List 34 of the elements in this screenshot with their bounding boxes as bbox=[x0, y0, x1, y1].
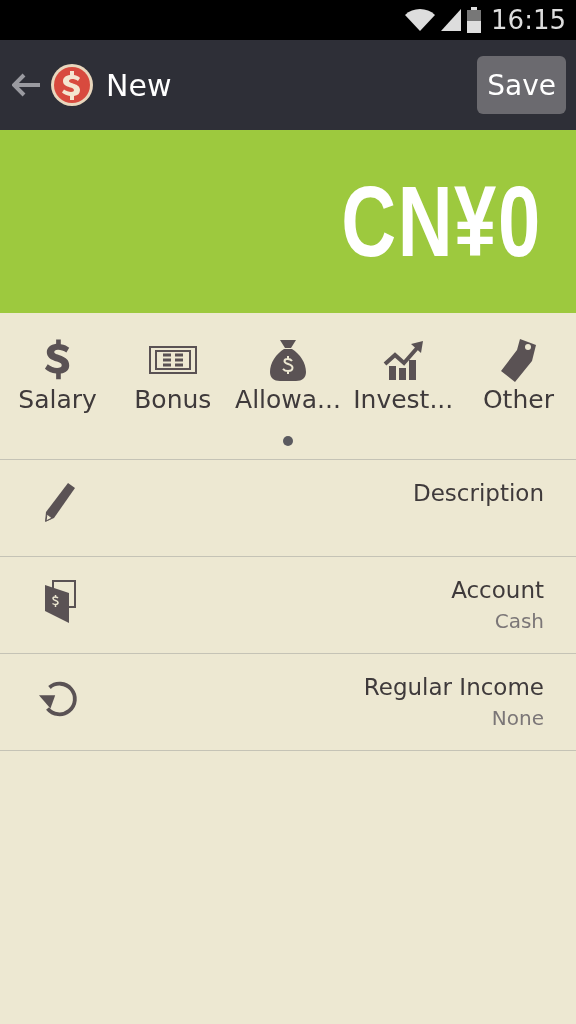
field-row[interactable]: Account Cash bbox=[0, 557, 576, 654]
dollar-coin-icon bbox=[50, 63, 94, 107]
signal-icon bbox=[441, 8, 462, 32]
category-label: Salary bbox=[18, 385, 97, 414]
screen-title: New bbox=[106, 67, 173, 103]
field-value: None bbox=[491, 706, 544, 730]
save-button[interactable]: Save bbox=[477, 56, 566, 114]
category-button[interactable]: Bonus bbox=[115, 335, 231, 414]
category-button[interactable]: Salary bbox=[0, 335, 116, 414]
category-label: Other bbox=[482, 385, 554, 414]
category-label: Bonus bbox=[134, 385, 212, 414]
field-row[interactable]: Regular Income None bbox=[0, 654, 576, 751]
back-arrow-icon bbox=[12, 73, 40, 97]
money-bag-icon bbox=[270, 339, 306, 381]
field-label: Description bbox=[413, 480, 544, 506]
amount-display: CN¥0 bbox=[341, 164, 542, 279]
category-label: Invest... bbox=[353, 385, 454, 414]
battery-icon bbox=[467, 7, 482, 33]
field-row[interactable]: Description bbox=[0, 460, 576, 557]
field-label: Regular Income bbox=[363, 674, 544, 700]
pencil-icon bbox=[44, 482, 76, 524]
category-button[interactable]: Allowa... bbox=[230, 335, 346, 414]
category-button[interactable]: Other bbox=[460, 335, 576, 414]
category-button[interactable]: Invest... bbox=[345, 335, 461, 414]
dollar-icon bbox=[43, 339, 72, 381]
category-label: Allowa... bbox=[235, 385, 341, 414]
price-tag-icon bbox=[500, 338, 537, 382]
field-value: Cash bbox=[494, 609, 544, 633]
clock-time: 16:15 bbox=[491, 5, 566, 35]
cash-bill-icon bbox=[148, 346, 197, 374]
wifi-icon bbox=[405, 9, 436, 31]
field-label: Account bbox=[451, 577, 544, 603]
growth-chart-icon bbox=[383, 340, 424, 380]
wallet-icon bbox=[43, 579, 77, 623]
